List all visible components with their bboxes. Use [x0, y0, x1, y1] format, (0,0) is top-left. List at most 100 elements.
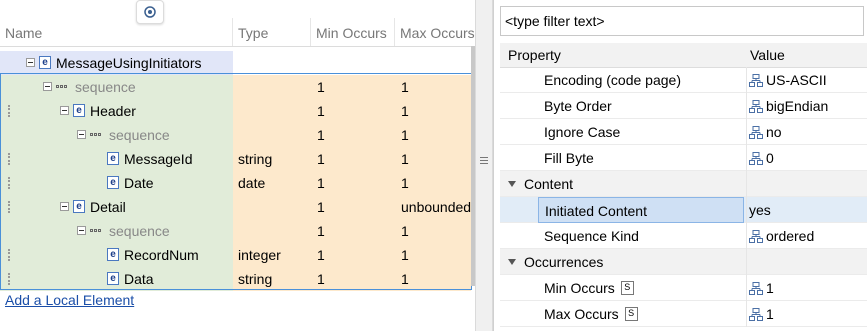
- property-category[interactable]: Content: [500, 171, 867, 197]
- min-occurs-cell[interactable]: 1: [311, 171, 395, 195]
- sequence-icon: [56, 85, 70, 90]
- property-value[interactable]: no: [746, 119, 867, 145]
- min-occurs-cell[interactable]: [311, 51, 395, 75]
- element-icon: e: [107, 248, 119, 261]
- tree-row[interactable]: e MessageId string 1 1: [0, 147, 471, 171]
- property-value[interactable]: yes: [746, 197, 867, 223]
- min-occurs-cell[interactable]: 1: [311, 75, 395, 99]
- tree-row[interactable]: e Data string 1 1: [0, 267, 471, 291]
- drag-handle-icon[interactable]: [8, 105, 12, 117]
- category-label: Content: [508, 171, 573, 197]
- property-row[interactable]: Ignore Case no: [500, 119, 867, 145]
- tree-row[interactable]: sequence 1 1: [0, 219, 471, 243]
- property-row[interactable]: Sequence Kind ordered: [500, 223, 867, 249]
- property-row[interactable]: Max Occurs S 1: [500, 301, 867, 327]
- hint-popup-button[interactable]: [136, 0, 164, 24]
- min-occurs-cell[interactable]: 1: [311, 267, 395, 291]
- max-occurs-cell[interactable]: 1: [395, 243, 471, 267]
- min-occurs-cell[interactable]: 1: [311, 243, 395, 267]
- node-label: Header: [90, 103, 136, 119]
- property-value[interactable]: 1: [746, 275, 867, 301]
- min-occurs-cell[interactable]: 1: [311, 123, 395, 147]
- node-label: MessageUsingInitiators: [56, 55, 202, 71]
- tree-row[interactable]: e Date date 1 1: [0, 171, 471, 195]
- property-value[interactable]: 0: [746, 145, 867, 171]
- min-occurs-cell[interactable]: 1: [311, 219, 395, 243]
- type-cell[interactable]: date: [233, 171, 311, 195]
- collapse-toggle-icon[interactable]: [77, 130, 86, 139]
- type-cell[interactable]: [233, 123, 311, 147]
- min-occurs-cell[interactable]: 1: [311, 147, 395, 171]
- column-min-occurs-header[interactable]: Min Occurs: [311, 18, 395, 46]
- property-row[interactable]: Fill Byte 0: [500, 145, 867, 171]
- property-row[interactable]: Initiated Content yes: [500, 197, 867, 223]
- property-row[interactable]: Min Occurs S 1: [500, 275, 867, 301]
- max-occurs-cell[interactable]: [395, 51, 471, 75]
- inherited-icon: [749, 281, 763, 295]
- property-value[interactable]: US-ASCII: [746, 67, 867, 93]
- property-category[interactable]: Occurrences: [500, 249, 867, 275]
- node-label: MessageId: [124, 151, 193, 167]
- type-cell[interactable]: [233, 219, 311, 243]
- property-value[interactable]: bigEndian: [746, 93, 867, 119]
- tree-row[interactable]: e MessageUsingInitiators: [0, 51, 471, 75]
- property-value[interactable]: 1: [746, 301, 867, 327]
- drag-handle-icon[interactable]: [8, 177, 12, 189]
- drag-handle-icon[interactable]: [8, 273, 12, 285]
- add-local-element-link[interactable]: Add a Local Element: [5, 292, 134, 308]
- max-occurs-cell[interactable]: 1: [395, 123, 471, 147]
- tree-row[interactable]: sequence 1 1: [0, 123, 471, 147]
- property-name: Ignore Case: [544, 124, 621, 140]
- expand-triangle-icon[interactable]: [508, 181, 516, 188]
- type-cell[interactable]: [233, 75, 311, 99]
- properties-header: Property Value: [500, 43, 867, 68]
- property-name: Encoding (code page): [544, 72, 681, 88]
- property-row[interactable]: Encoding (code page) US-ASCII: [500, 67, 867, 93]
- drag-handle-icon[interactable]: [8, 249, 12, 261]
- tree-row[interactable]: e Detail 1 unbounded: [0, 195, 471, 219]
- max-occurs-cell[interactable]: 1: [395, 267, 471, 291]
- property-filter-input[interactable]: <type filter text>: [500, 6, 864, 36]
- max-occurs-cell[interactable]: unbounded: [395, 195, 471, 219]
- type-cell[interactable]: string: [233, 267, 311, 291]
- node-label: Detail: [90, 199, 126, 215]
- max-occurs-cell[interactable]: 1: [395, 147, 471, 171]
- collapse-toggle-icon[interactable]: [26, 58, 35, 67]
- min-occurs-cell[interactable]: 1: [311, 99, 395, 123]
- max-occurs-cell[interactable]: 1: [395, 75, 471, 99]
- type-cell[interactable]: integer: [233, 243, 311, 267]
- inherited-icon: [749, 151, 763, 165]
- tree-row[interactable]: e Header 1 1: [0, 99, 471, 123]
- value-column-header[interactable]: Value: [750, 43, 785, 67]
- property-row[interactable]: Byte Order bigEndian: [500, 93, 867, 119]
- sequence-icon: [90, 229, 104, 234]
- type-cell[interactable]: [233, 195, 311, 219]
- type-cell[interactable]: [233, 99, 311, 123]
- node-label: Data: [124, 271, 154, 287]
- name-cell: e Header: [0, 99, 233, 123]
- column-type-header[interactable]: Type: [233, 18, 311, 46]
- property-name: Fill Byte: [544, 150, 594, 166]
- tree-row[interactable]: sequence 1 1: [0, 75, 471, 99]
- drag-handle-icon[interactable]: [8, 153, 12, 165]
- collapse-toggle-icon[interactable]: [60, 202, 69, 211]
- collapse-toggle-icon[interactable]: [43, 82, 52, 91]
- max-occurs-cell[interactable]: 1: [395, 171, 471, 195]
- property-value[interactable]: ordered: [746, 223, 867, 249]
- property-value: [746, 249, 867, 275]
- min-occurs-cell[interactable]: 1: [311, 195, 395, 219]
- column-name-header[interactable]: Name: [0, 18, 233, 46]
- tree-row[interactable]: e RecordNum integer 1 1: [0, 243, 471, 267]
- type-cell[interactable]: string: [233, 147, 311, 171]
- property-column-header[interactable]: Property: [508, 43, 561, 67]
- collapse-toggle-icon[interactable]: [77, 226, 86, 235]
- max-occurs-cell[interactable]: 1: [395, 219, 471, 243]
- expand-triangle-icon[interactable]: [508, 259, 516, 266]
- collapse-toggle-icon[interactable]: [60, 106, 69, 115]
- type-cell[interactable]: [233, 51, 311, 75]
- column-max-occurs-header[interactable]: Max Occurs: [395, 18, 475, 46]
- drag-handle-icon[interactable]: [8, 201, 12, 213]
- name-cell: e RecordNum: [0, 243, 233, 267]
- panel-splitter[interactable]: [475, 0, 493, 331]
- max-occurs-cell[interactable]: 1: [395, 99, 471, 123]
